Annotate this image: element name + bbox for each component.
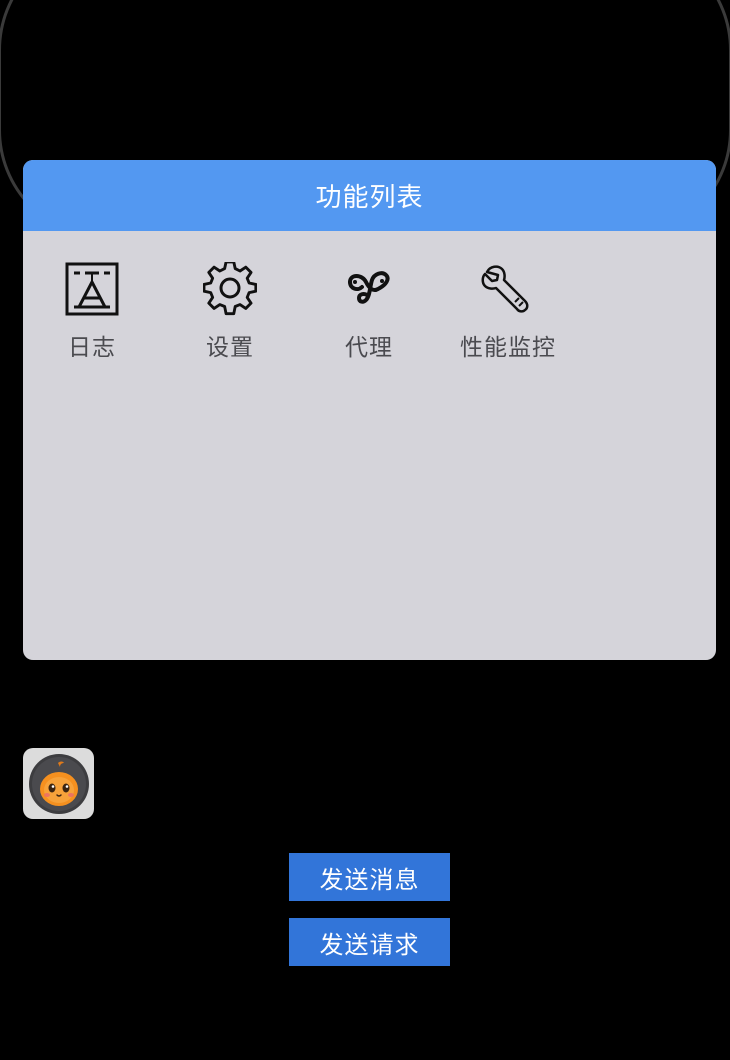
tool-label: 代理 [345, 335, 393, 361]
send-message-button[interactable]: 发送消息 [289, 853, 450, 901]
tool-label: 设置 [206, 335, 254, 361]
gear-icon [202, 261, 258, 317]
tool-label: 性能监控 [460, 335, 556, 361]
tool-settings[interactable]: 设置 [160, 261, 300, 362]
function-list-panel: 功能列表 日志 设置 代理 性能监控 [23, 160, 716, 660]
proxy-icon [341, 261, 397, 317]
tool-proxy[interactable]: 代理 [299, 261, 439, 362]
log-icon [64, 261, 120, 317]
wrench-icon [480, 261, 536, 317]
tool-label: 日志 [68, 335, 116, 361]
send-request-button[interactable]: 发送请求 [289, 918, 450, 966]
panel-title: 功能列表 [23, 160, 716, 231]
tool-log[interactable]: 日志 [23, 261, 162, 362]
tool-performance[interactable]: 性能监控 [438, 261, 578, 362]
floating-debug-button[interactable] [23, 748, 94, 819]
tool-grid: 日志 设置 代理 性能监控 [23, 231, 716, 660]
app-screen: 功能列表 日志 设置 代理 性能监控 发送消息 发送请求 [0, 0, 730, 1060]
pumpkin-mascot-icon [28, 753, 89, 814]
